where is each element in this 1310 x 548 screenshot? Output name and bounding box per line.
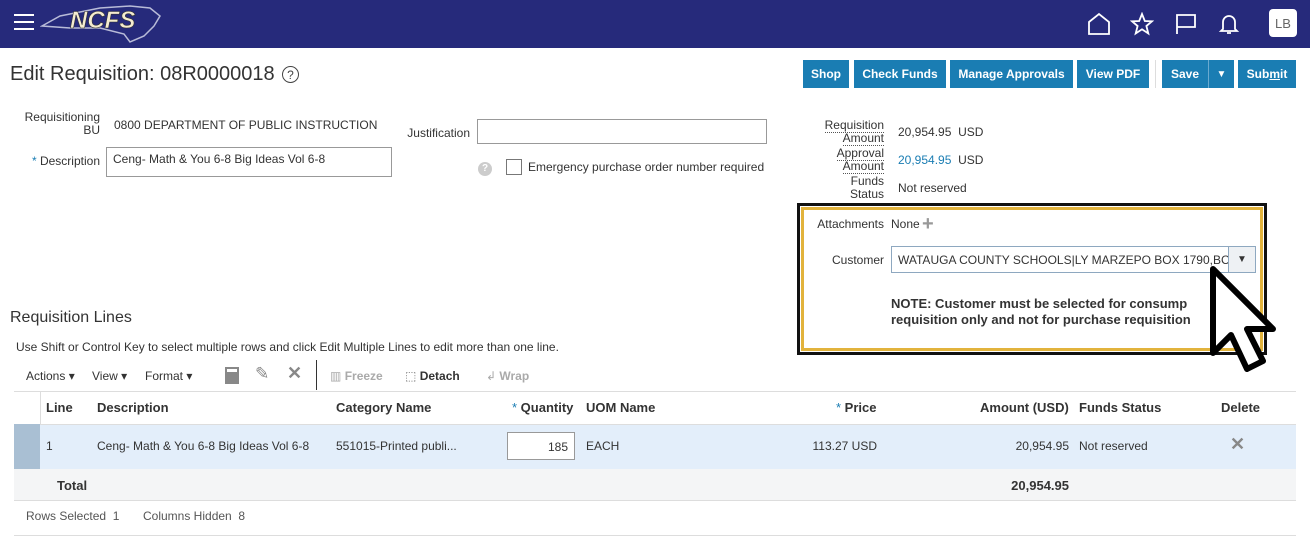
caret-down-icon: ▼	[1237, 254, 1247, 265]
edit-icon[interactable]: ✎	[255, 364, 269, 384]
avatar[interactable]: LB	[1269, 9, 1297, 37]
rows-selected: Rows Selected 1	[26, 509, 120, 523]
cell-funds-status: Not reserved	[1079, 439, 1148, 453]
table-top-border	[14, 391, 1296, 392]
quantity-field[interactable]: 185	[507, 432, 575, 460]
col-line[interactable]: Line	[46, 400, 73, 415]
view-menu[interactable]: View ▾	[92, 369, 127, 383]
divider	[316, 360, 317, 390]
ncfs-logo[interactable]: NCFS	[39, 2, 165, 46]
req-bu-value: 0800 DEPARTMENT OF PUBLIC INSTRUCTION	[114, 118, 378, 132]
col-amount[interactable]: Amount (USD)	[980, 400, 1069, 415]
total-row	[14, 469, 1296, 501]
caret-down-icon: ▼	[1216, 68, 1227, 80]
top-bar	[0, 0, 1310, 48]
table-bottom-border	[14, 535, 1296, 536]
actions-menu[interactable]: Actions ▾	[26, 369, 75, 383]
description-label: * Description	[31, 154, 100, 168]
check-funds-button[interactable]: Check Funds	[854, 60, 946, 88]
detach-icon: ⬚	[405, 369, 417, 383]
attachments-label: Attachments	[817, 217, 884, 231]
flag-icon[interactable]	[1174, 12, 1198, 36]
col-uom[interactable]: UOM Name	[586, 400, 655, 415]
save-button[interactable]: Save	[1162, 60, 1208, 88]
save-menu-button[interactable]: ▼	[1208, 60, 1234, 88]
col-funds-status[interactable]: Funds Status	[1079, 400, 1161, 415]
approval-amount-label: Approval Amount	[836, 146, 884, 174]
menu-icon[interactable]	[14, 14, 34, 32]
section-title: Requisition Lines	[10, 309, 132, 326]
wrap-button[interactable]: ↲ Wrap	[486, 369, 529, 383]
col-price[interactable]: * Price	[836, 400, 876, 415]
req-amount-label: Requisition Amount	[824, 118, 884, 146]
freeze-icon: ▥	[330, 369, 342, 383]
delete-icon[interactable]: ✕	[287, 363, 302, 384]
funds-status-label: Funds Status	[849, 174, 884, 201]
cell-category: 551015-Printed publi...	[336, 439, 457, 453]
svg-text:NCFS: NCFS	[70, 7, 135, 34]
cell-amount: 20,954.95	[1015, 439, 1069, 453]
col-quantity[interactable]: * Quantity	[512, 400, 573, 415]
description-field[interactable]: Ceng- Math & You 6-8 Big Ideas Vol 6-8	[106, 147, 392, 177]
delete-row-icon[interactable]: ✕	[1230, 434, 1245, 455]
col-description[interactable]: Description	[97, 400, 169, 415]
req-amount-value: 20,954.95 USD	[898, 125, 984, 139]
star-icon[interactable]	[1130, 12, 1154, 36]
shop-button[interactable]: Shop	[803, 60, 849, 88]
total-label: Total	[57, 478, 88, 493]
justification-field[interactable]	[477, 119, 767, 144]
divider	[40, 392, 41, 424]
detach-button[interactable]: ⬚ Detach	[405, 369, 460, 383]
columns-hidden: Columns Hidden 8	[143, 509, 246, 523]
add-attachment-icon[interactable]: +	[922, 213, 934, 236]
total-amount: 20,954.95	[1011, 478, 1069, 493]
format-menu[interactable]: Format ▾	[145, 369, 192, 383]
list-icon[interactable]	[225, 367, 239, 384]
customer-note: NOTE: Customer must be selected for cons…	[891, 296, 1191, 327]
wrap-icon: ↲	[486, 369, 497, 383]
attachments-value: None	[891, 217, 920, 231]
divider	[1155, 60, 1156, 88]
col-category[interactable]: Category Name	[336, 400, 431, 415]
cell-uom: EACH	[586, 439, 620, 453]
cell-price: 113.27 USD	[812, 439, 877, 453]
emergency-checkbox[interactable]	[506, 159, 522, 175]
bell-icon[interactable]	[1217, 12, 1241, 36]
cell-description: Ceng- Math & You 6-8 Big Ideas Vol 6-8	[97, 439, 310, 453]
home-icon[interactable]	[1087, 12, 1111, 36]
row-selector[interactable]	[14, 424, 40, 469]
justification-label: Justification	[407, 126, 470, 140]
cell-line: 1	[46, 439, 53, 453]
view-pdf-button[interactable]: View PDF	[1077, 60, 1149, 88]
lines-hint: Use Shift or Control Key to select multi…	[16, 340, 559, 354]
customer-field[interactable]: WATAUGA COUNTY SCHOOLS|LY MARZEPO BOX 17…	[891, 246, 1229, 273]
help-icon[interactable]: ?	[478, 162, 492, 176]
mouse-cursor-icon	[1210, 266, 1276, 372]
page-title: Edit Requisition: 08R0000018	[10, 63, 275, 85]
req-bu-label: Requisitioning BU	[24, 110, 100, 137]
manage-approvals-button[interactable]: Manage Approvals	[950, 60, 1073, 88]
customer-label: Customer	[831, 253, 884, 267]
funds-status-value: Not reserved	[898, 181, 967, 195]
approval-amount-value: 20,954.95 USD	[898, 153, 984, 167]
freeze-button[interactable]: ▥ Freeze	[330, 369, 383, 383]
col-delete[interactable]: Delete	[1221, 400, 1260, 415]
approval-amount-link[interactable]: 20,954.95	[898, 153, 951, 167]
submit-button[interactable]: Sub m it	[1238, 60, 1296, 88]
help-icon[interactable]: ?	[282, 66, 299, 83]
emergency-label: Emergency purchase order number required	[528, 160, 765, 174]
